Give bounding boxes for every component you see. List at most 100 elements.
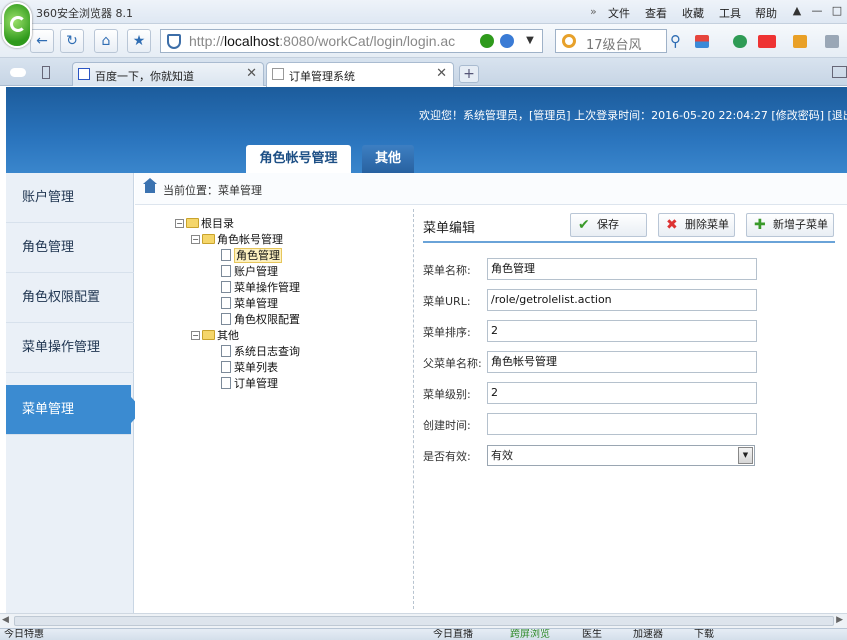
security-check-icon[interactable] (480, 34, 494, 48)
folder-open-icon (202, 234, 215, 244)
cloud-icon[interactable] (10, 68, 26, 77)
save-label: 保存 (597, 218, 619, 231)
menu-favorites[interactable]: 收藏 (682, 5, 704, 21)
parent-menu-input[interactable]: 角色帐号管理 (487, 351, 757, 373)
breadcrumb-current: 菜单管理 (218, 184, 262, 197)
shield-icon (167, 34, 181, 49)
menu-level-input[interactable]: 2 (487, 382, 757, 404)
tab-role-account[interactable]: 角色帐号管理 (246, 145, 351, 173)
browser-title-bar: 360安全浏览器 8.1 » 文件 查看 收藏 工具 帮助 ▲ — □ (0, 0, 847, 48)
sidebar-item-menu-operation[interactable]: 菜单操作管理 (6, 323, 134, 373)
add-child-menu-button[interactable]: ✚ 新增子菜单 (746, 213, 834, 237)
refresh-button[interactable]: ↻ (60, 29, 84, 53)
adblock-icon[interactable] (758, 35, 776, 48)
collapse-icon[interactable]: − (175, 218, 184, 228)
tree-label: 其他 (217, 329, 239, 342)
menu-view[interactable]: 查看 (645, 5, 667, 21)
scroll-left-icon[interactable]: ◀ (2, 615, 9, 625)
apps-icon[interactable] (695, 35, 709, 48)
tree-node-role-account[interactable]: − 角色帐号管理 (191, 231, 283, 247)
chevron-down-icon[interactable]: ▼ (522, 32, 538, 50)
status-doctor[interactable]: 医生 (582, 629, 602, 640)
status-live[interactable]: 今日直播 (433, 629, 473, 640)
search-icon[interactable]: ⚲ (670, 32, 686, 50)
skin-icon[interactable]: ▲ (786, 2, 808, 20)
file-icon (221, 345, 231, 357)
guard-icon[interactable] (733, 35, 747, 48)
status-download[interactable]: 下载 (694, 629, 714, 640)
phone-icon[interactable] (42, 66, 50, 79)
favorite-button[interactable]: ★ (127, 29, 151, 53)
status-left-text[interactable]: 今日特惠 (4, 629, 44, 640)
menu-more-icon[interactable]: » (590, 5, 597, 18)
more-tools-icon[interactable] (825, 35, 839, 48)
panel-divider (413, 209, 414, 609)
tree-node-menu-list[interactable]: 菜单列表 (221, 359, 278, 375)
menu-file[interactable]: 文件 (608, 5, 630, 21)
tree-label: 订单管理 (234, 377, 278, 390)
tab-order-system[interactable]: 订单管理系统 ✕ (266, 62, 454, 87)
welcome-text: 欢迎您！系统管理员，[管理员] 上次登录时间：2016-05-20 22:04:… (419, 109, 847, 122)
file-icon (221, 281, 231, 293)
horizontal-scrollbar[interactable]: ◀ ▶ (0, 613, 847, 628)
tree-node-menu-operation[interactable]: 菜单操作管理 (221, 279, 300, 295)
home-button[interactable]: ⌂ (94, 29, 118, 53)
browser-logo-icon[interactable] (2, 2, 32, 48)
tree-node-system-log[interactable]: 系统日志查询 (221, 343, 300, 359)
app-header: 欢迎您！系统管理员，[管理员] 上次登录时间：2016-05-20 22:04:… (6, 87, 847, 173)
sidebar-item-account[interactable]: 账户管理 (6, 173, 134, 223)
menu-order-input[interactable]: 2 (487, 320, 757, 342)
sidebar-item-role-permission[interactable]: 角色权限配置 (6, 273, 134, 323)
back-button[interactable]: ← (30, 29, 54, 53)
search-engine-icon[interactable] (562, 34, 576, 48)
menu-name-input[interactable]: 角色管理 (487, 258, 757, 280)
search-input[interactable]: 17级台风 (586, 34, 642, 53)
tab-other[interactable]: 其他 (362, 145, 414, 173)
tree-label: 角色权限配置 (234, 313, 300, 326)
baidu-favicon-icon (78, 68, 90, 80)
tree-node-role[interactable]: 角色管理 (221, 247, 282, 263)
tab-baidu[interactable]: 百度一下，你就知道 ✕ (72, 62, 264, 86)
chevron-down-icon[interactable]: ▼ (738, 447, 753, 464)
collapse-icon[interactable]: − (191, 330, 200, 340)
home-icon (143, 178, 157, 193)
minimize-button[interactable]: — (806, 2, 828, 20)
address-bar[interactable]: http://localhost:8080/workCat/login/logi… (160, 29, 543, 53)
extension-icon[interactable] (793, 35, 807, 48)
is-valid-select[interactable]: 有效 ▼ (487, 445, 755, 466)
status-accelerator[interactable]: 加速器 (633, 629, 663, 640)
tree-node-root[interactable]: − 根目录 (175, 215, 234, 231)
menu-tools[interactable]: 工具 (719, 5, 741, 21)
search-box[interactable]: 17级台风 (555, 29, 667, 53)
tree-node-account[interactable]: 账户管理 (221, 263, 278, 279)
tree-node-menu[interactable]: 菜单管理 (221, 295, 278, 311)
delete-menu-button[interactable]: ✖ 删除菜单 (658, 213, 735, 237)
file-icon (221, 297, 231, 309)
new-tab-button[interactable]: + (459, 65, 479, 83)
save-button[interactable]: ✔ 保存 (570, 213, 647, 237)
tree-node-role-permission[interactable]: 角色权限配置 (221, 311, 300, 327)
file-icon (221, 313, 231, 325)
address-url[interactable]: http://localhost:8080/workCat/login/logi… (189, 33, 455, 49)
tree-label: 根目录 (201, 217, 234, 230)
maximize-button[interactable]: □ (826, 2, 847, 20)
scroll-right-icon[interactable]: ▶ (836, 615, 843, 625)
sidebar-item-menu[interactable]: 菜单管理 (6, 385, 143, 435)
ie-mode-icon[interactable] (500, 34, 514, 48)
status-cross-screen[interactable]: 跨屏浏览 (510, 629, 550, 640)
browser-title: 360安全浏览器 8.1 (36, 7, 133, 20)
sidebar-item-role[interactable]: 角色管理 (6, 223, 134, 273)
tree-node-other[interactable]: − 其他 (191, 327, 239, 343)
menu-help[interactable]: 帮助 (755, 5, 777, 21)
scroll-thumb[interactable] (14, 616, 834, 626)
tab-menu-icon[interactable] (832, 66, 847, 78)
title-underline (423, 241, 835, 243)
breadcrumb: 当前位置：菜单管理 (135, 173, 847, 205)
created-time-input[interactable] (487, 413, 757, 435)
close-icon[interactable]: ✕ (246, 66, 257, 81)
browser-nav-bar: ← ↻ ⌂ ★ http://localhost:8080/workCat/lo… (0, 24, 847, 58)
menu-url-input[interactable]: /role/getrolelist.action (487, 289, 757, 311)
tree-node-order[interactable]: 订单管理 (221, 375, 278, 391)
collapse-icon[interactable]: − (191, 234, 200, 244)
close-icon[interactable]: ✕ (436, 66, 447, 81)
